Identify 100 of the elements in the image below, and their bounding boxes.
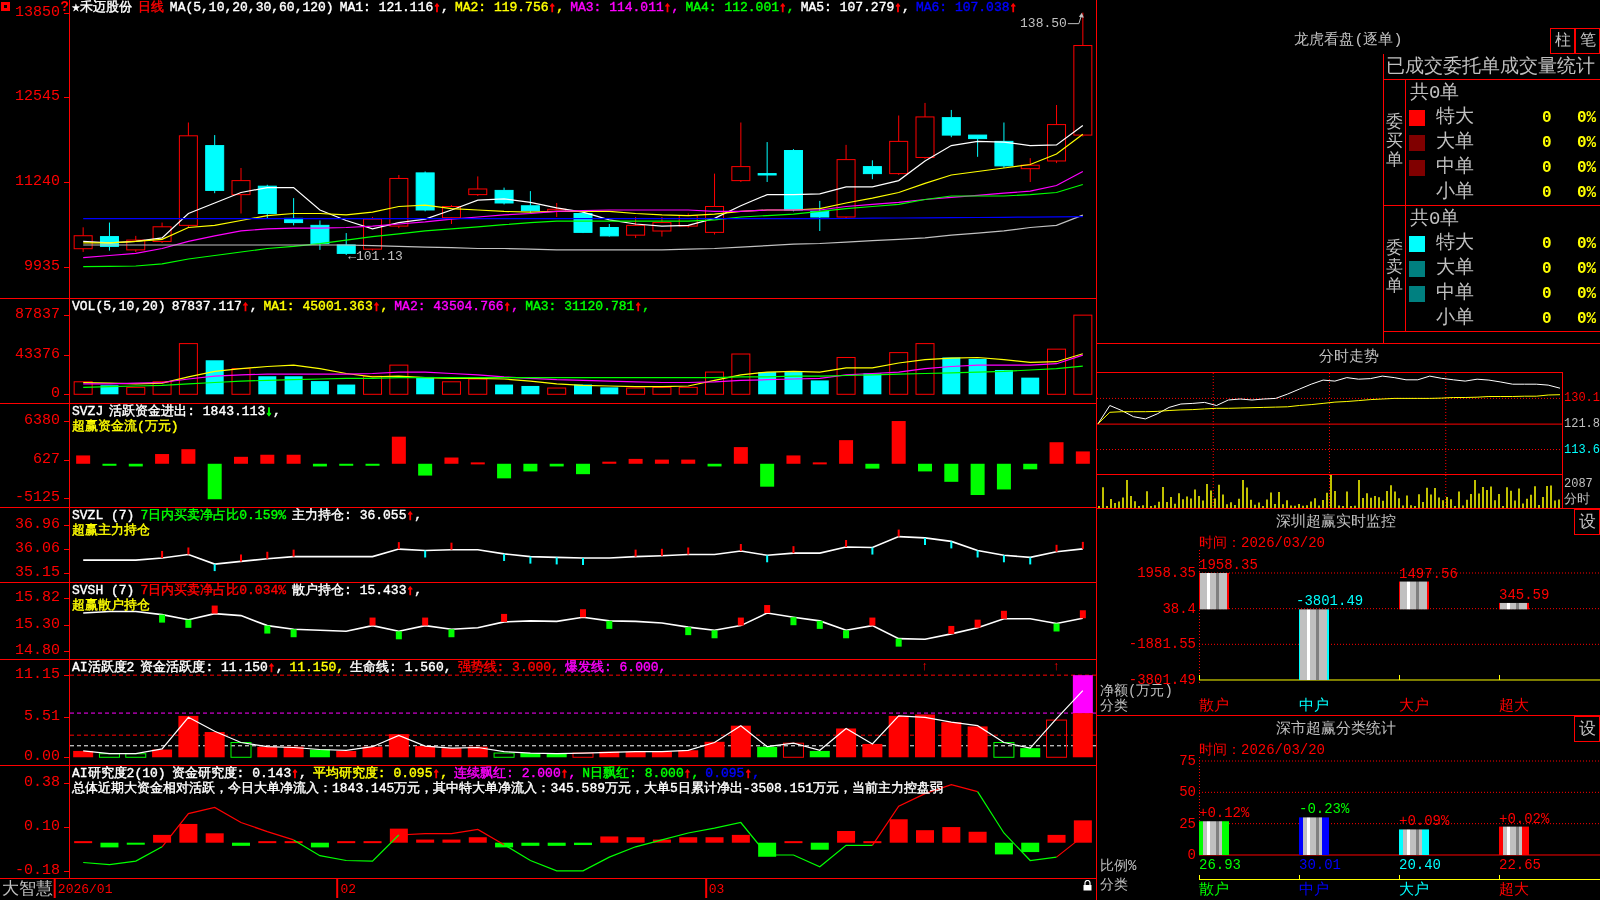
view-toggle-button[interactable]: 笔 [1575, 28, 1600, 54]
candlestick [678, 213, 698, 228]
research-bar [1073, 820, 1092, 843]
flow-bar [760, 463, 775, 487]
change-marker [211, 605, 218, 614]
change-label: +0.02% [1499, 811, 1550, 826]
axis-tick-label: 1958.35 [1137, 566, 1196, 580]
candlestick [599, 223, 619, 238]
order-percent: 0% [1577, 259, 1598, 278]
candlestick [731, 122, 751, 183]
settings-button[interactable]: 设 [1574, 509, 1600, 535]
candlestick [915, 102, 935, 160]
candlestick [389, 174, 409, 229]
flow-bar [944, 463, 959, 482]
change-marker [1053, 623, 1060, 632]
panel-title: 分时走势 [1318, 350, 1379, 366]
help-button[interactable]: ? [60, 0, 69, 14]
order-count: 0 [1542, 284, 1552, 303]
research-bar [784, 841, 803, 844]
axis-tick-label: 0 [1187, 848, 1196, 862]
pointer-arrow-icon [1067, 12, 1084, 25]
research-bar [205, 833, 224, 843]
axis-tick-label: 15.30 [15, 617, 60, 634]
axis-tick-label: 25 [1179, 816, 1196, 831]
candlestick [1047, 104, 1067, 164]
order-percent: 0% [1577, 234, 1598, 253]
share-value-label: 20.40 [1399, 858, 1441, 872]
research-bar [100, 842, 119, 848]
change-marker [816, 620, 823, 629]
change-marker [529, 555, 532, 565]
axis-tick-label: 113.6 [1564, 443, 1600, 457]
order-percent: 0% [1577, 158, 1598, 177]
candlestick [257, 184, 277, 219]
share-value-label: 22.65 [1499, 858, 1541, 872]
research-bar [679, 837, 698, 843]
axis-tick-label: -5125 [15, 490, 60, 507]
signal-arrow: ↑ [1052, 660, 1061, 673]
flow-bar [207, 463, 222, 500]
candlestick [757, 141, 777, 183]
candlestick [231, 167, 251, 214]
indicator-legend: VOL(5,10,20) 87837.117↑, MA1: 45001.363↑, MA2: 43504.766↑, MA3: 31120.781↑, [72, 299, 650, 314]
change-marker [503, 552, 506, 562]
category-label: 大户 [1399, 699, 1429, 715]
order-size-label: 小单 [1436, 180, 1474, 203]
change-marker [290, 629, 297, 638]
order-count: 0 [1542, 108, 1552, 127]
change-marker [711, 630, 718, 639]
research-bar [863, 841, 882, 844]
net-flow-bar [1299, 609, 1329, 680]
change-marker [264, 625, 271, 634]
low-price-label: ←101.13 [348, 250, 403, 264]
axis-tick-label: 14.80 [15, 643, 60, 660]
candlestick [73, 226, 93, 253]
axis-title: 分类 [1100, 878, 1129, 893]
flow-bar [628, 458, 643, 464]
research-bar [837, 831, 856, 843]
indicator-legend: ★禾迈股份 日线 MA(5,10,20,30,60,120) MA1: 121.116↑, MA2: 119.756↑, MA3: 114.011↑, MA4: 112.001↑, MA5: 107.279↑, MA6: 107.038↑ [72, 0, 1018, 15]
change-marker [660, 547, 663, 557]
flow-bar [181, 449, 196, 464]
change-marker [895, 638, 902, 647]
change-marker [501, 613, 508, 622]
research-bar [547, 842, 566, 846]
flow-bar [155, 454, 170, 464]
research-bar [442, 839, 461, 843]
view-toggle-button[interactable]: 柱 [1550, 28, 1575, 54]
share-bar [1499, 826, 1529, 855]
flow-bar [681, 459, 696, 464]
change-marker [161, 549, 164, 559]
indicator-caption: 超赢资金流(万元) [72, 419, 179, 434]
axis-tick-label: 11.15 [15, 667, 60, 684]
change-marker [395, 631, 402, 640]
change-marker [790, 617, 797, 626]
flow-bar [602, 461, 617, 464]
change-marker [555, 556, 558, 566]
order-size-label: 特大 [1436, 231, 1474, 254]
change-marker [869, 617, 876, 626]
order-percent: 0% [1577, 133, 1598, 152]
change-marker [397, 541, 400, 551]
flow-bar [339, 463, 354, 466]
flow-bar [102, 463, 117, 466]
candlestick [652, 216, 672, 238]
research-bar [337, 841, 356, 844]
axis-tick-label: 130.1 [1564, 392, 1600, 406]
indicator-legend: AI研究度2(10) 资金研究度: 0.143↑, 平均研究度: 0.095↑, 连续飘红: 2.000↑, N日飘红: 8.000↑, 0.095↑, [72, 766, 760, 781]
candlestick [441, 204, 461, 225]
research-bar [705, 837, 724, 843]
high-price-label: 138.50 [1020, 16, 1067, 31]
order-percent: 0% [1577, 284, 1598, 303]
axis-tick-label: 121.8 [1564, 418, 1600, 432]
research-bar [574, 842, 592, 846]
order-size-label: 特大 [1436, 105, 1474, 128]
flow-bar [654, 459, 669, 464]
settings-button[interactable]: 设 [1574, 716, 1600, 742]
indicator-legend: SVZJ 活跃资金进出: 1843.113↓, [72, 404, 281, 419]
signal-arrow: ↑ [921, 660, 929, 673]
timestamp: 时间：2026/03/20 [1199, 536, 1325, 550]
change-marker [687, 546, 690, 556]
flow-bar [839, 440, 854, 464]
research-bar [889, 819, 908, 843]
flow-bar [865, 463, 880, 469]
